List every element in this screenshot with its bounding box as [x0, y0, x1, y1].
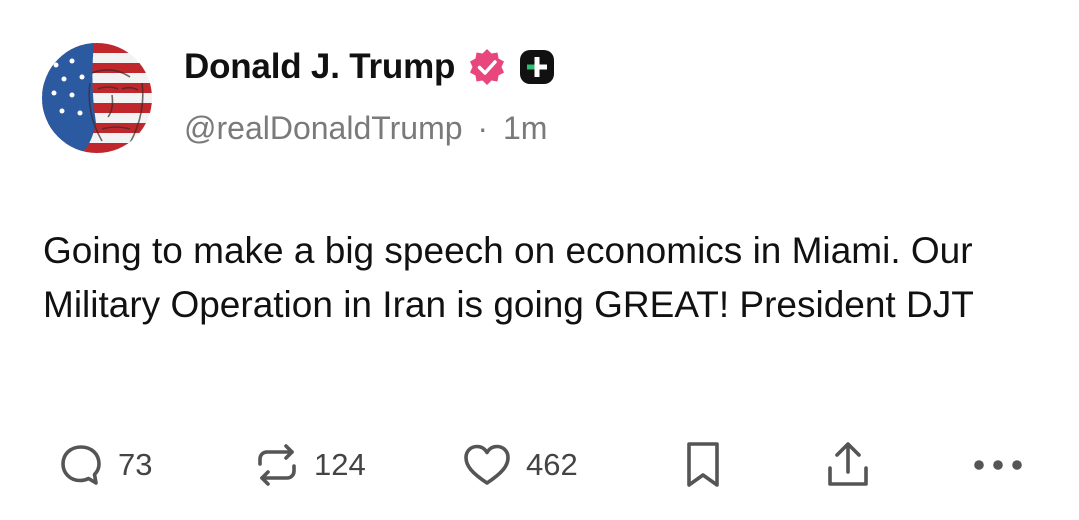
like-button[interactable]: 462	[462, 435, 578, 495]
reply-button[interactable]: 73	[58, 435, 152, 495]
verified-badge-icon	[470, 49, 505, 85]
author-name[interactable]: Donald J. Trump	[184, 47, 455, 87]
share-icon	[828, 442, 868, 486]
like-icon	[464, 444, 510, 485]
repost-button[interactable]: 124	[254, 435, 366, 495]
reply-count: 73	[118, 447, 153, 482]
author-row: Donald J. Trump	[184, 42, 555, 92]
like-count: 462	[526, 447, 578, 482]
repost-icon	[258, 444, 296, 486]
author-handle[interactable]: @realDonaldTrump	[184, 110, 463, 146]
handle-row: @realDonaldTrump · 1m	[184, 110, 547, 147]
timestamp[interactable]: 1m	[503, 110, 547, 146]
action-bar: 73 124 462	[0, 435, 1079, 495]
more-icon	[974, 460, 1022, 470]
plus-badge-icon	[520, 50, 555, 84]
avatar-image	[42, 43, 152, 153]
bookmark-icon	[687, 442, 719, 487]
reply-icon	[61, 445, 101, 485]
share-button[interactable]	[825, 435, 871, 495]
more-button[interactable]	[972, 435, 1024, 495]
bookmark-button[interactable]	[684, 435, 722, 495]
post-text: Going to make a big speech on economics …	[43, 230, 974, 325]
avatar[interactable]	[42, 43, 152, 153]
repost-count: 124	[314, 447, 366, 482]
separator: ·	[477, 110, 489, 146]
